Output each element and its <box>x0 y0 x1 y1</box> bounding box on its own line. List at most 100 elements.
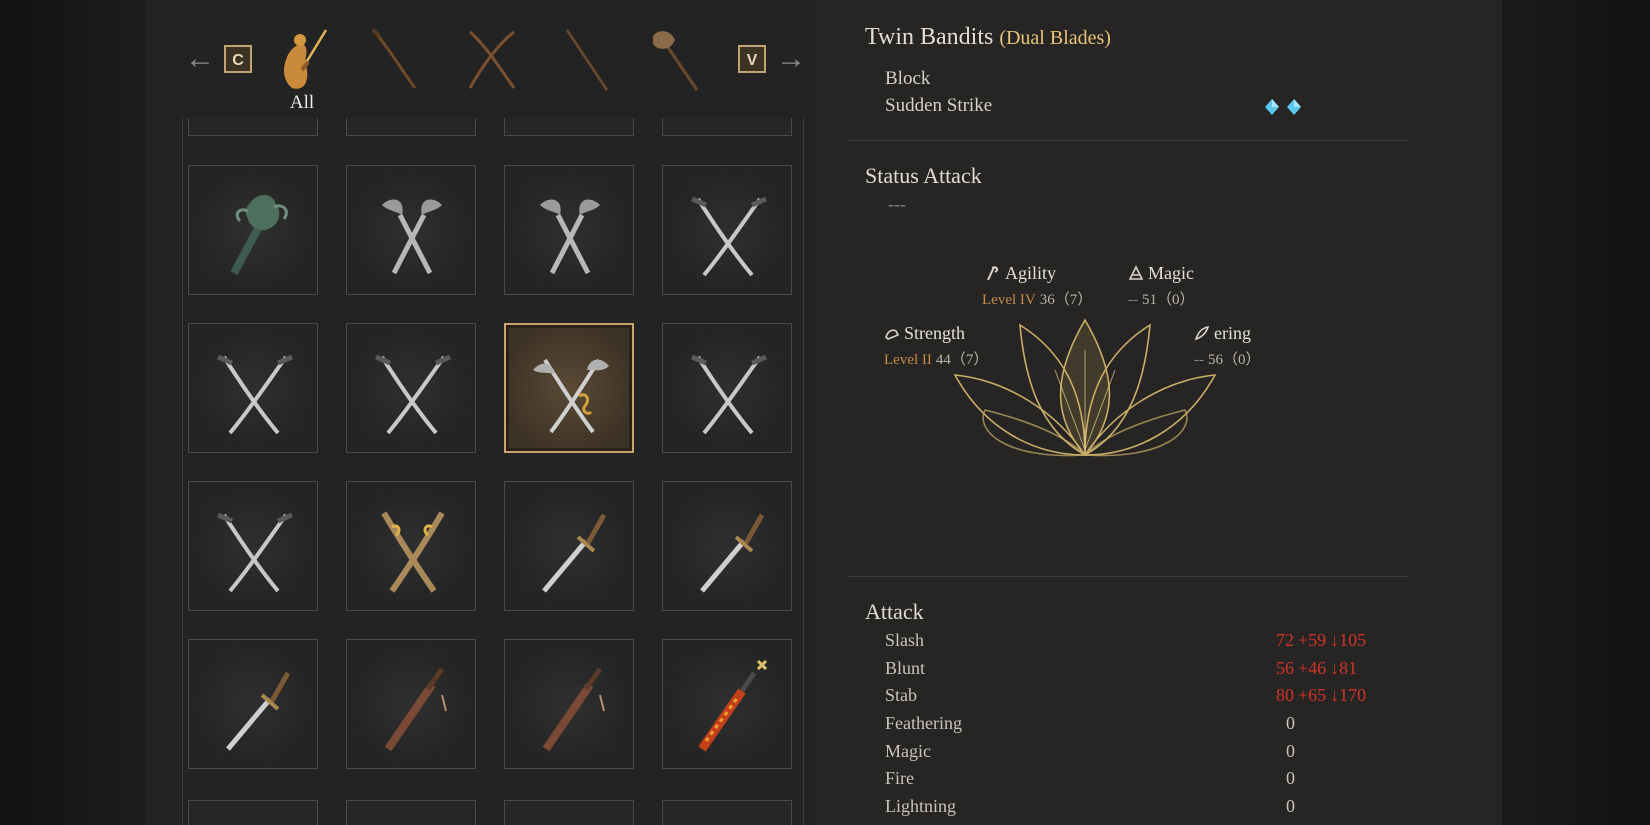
weapon-slot[interactable] <box>346 639 476 769</box>
background-right <box>1502 0 1650 825</box>
crossed-sabers-icon <box>217 354 293 435</box>
axe-icon <box>653 31 699 91</box>
feathering-icon <box>1194 325 1210 341</box>
weapon-slot-partial[interactable] <box>662 800 792 825</box>
weapon-slot[interactable] <box>504 481 634 611</box>
category-dual-blades-tab[interactable] <box>460 26 524 94</box>
agility-label: Agility <box>1005 263 1057 283</box>
magic-value: 51（0） <box>1142 292 1195 308</box>
status-attack-value: --- <box>888 194 906 214</box>
weapon-slot[interactable] <box>188 165 318 295</box>
weapon-title: Twin Bandits (Dual Blades) <box>865 24 1111 51</box>
category-spear-tab[interactable] <box>555 26 619 94</box>
attack-base: 72 <box>1276 630 1294 650</box>
spear-icon <box>565 29 609 91</box>
category-axe-tab[interactable] <box>645 26 709 94</box>
category-all-tab[interactable] <box>270 26 334 94</box>
golden-dual-blades-icon <box>381 511 445 593</box>
skill-block: Block <box>885 68 931 89</box>
attack-compare: ↓170 <box>1330 685 1367 705</box>
magic-values: -- 51（0） <box>1128 288 1195 309</box>
flame-sword-icon <box>698 659 768 752</box>
feathering-label: ering <box>1214 323 1251 343</box>
divider <box>848 140 1408 141</box>
weapon-slot[interactable] <box>662 481 792 611</box>
attack-base: 0 <box>1286 713 1295 733</box>
attack-base: 0 <box>1286 768 1295 788</box>
agility-values: Level IV 36（7） <box>982 288 1092 309</box>
curved-sword-icon <box>371 28 417 89</box>
weapon-slot[interactable] <box>504 639 634 769</box>
feathering-level: -- <box>1194 352 1204 368</box>
crossed-sabers-icon <box>691 196 767 277</box>
scaling-feathering: ering <box>1194 323 1251 344</box>
attack-bonus: +59 <box>1298 630 1327 650</box>
divider <box>848 576 1408 577</box>
weapon-slot[interactable] <box>504 165 634 295</box>
strength-label: Strength <box>904 323 965 343</box>
attack-compare: ↓81 <box>1330 658 1358 678</box>
attack-base: 0 <box>1286 741 1295 761</box>
skill-sudden-strike: Sudden Strike <box>885 95 993 116</box>
crossed-sabers-icon <box>691 354 767 435</box>
weapon-type: (Dual Blades) <box>999 27 1111 49</box>
agility-level: Level IV <box>982 292 1036 308</box>
weapon-slot-partial[interactable] <box>188 800 318 825</box>
attack-bonus: +65 <box>1298 685 1327 705</box>
hook-dual-blades-icon <box>382 199 442 275</box>
status-attack-heading: Status Attack <box>865 163 982 188</box>
attack-row-label: Feathering <box>885 713 962 733</box>
weapon-slot[interactable] <box>346 165 476 295</box>
weapon-slot[interactable] <box>662 165 792 295</box>
crossed-sabers-icon <box>375 354 451 435</box>
attack-row-label: Magic <box>885 741 931 761</box>
straight-sword-icon <box>226 671 291 751</box>
skill-cost <box>1262 97 1306 122</box>
attack-row-label: Lightning <box>885 796 956 816</box>
weapon-slot-partial[interactable] <box>346 118 476 136</box>
weapon-slot-partial[interactable] <box>346 800 476 825</box>
attack-row-label: Blunt <box>885 658 926 678</box>
twin-bandits-icon <box>533 358 609 434</box>
weapon-slot-selected[interactable] <box>504 323 634 453</box>
strength-icon <box>884 325 900 341</box>
next-category-arrow-icon[interactable]: → <box>776 44 806 74</box>
weapon-slot[interactable] <box>662 323 792 453</box>
straight-sword-icon <box>700 513 765 593</box>
magic-icon <box>1128 265 1144 281</box>
lotus-emblem-icon <box>953 318 1217 457</box>
prev-category-arrow-icon[interactable]: ← <box>185 44 215 74</box>
next-category-key[interactable]: V <box>738 45 766 73</box>
strength-level: Level II <box>884 352 932 368</box>
weapon-slot-partial[interactable] <box>504 118 634 136</box>
strength-values: Level II 44（7） <box>884 348 988 369</box>
weapon-name: Twin Bandits <box>865 24 994 50</box>
attack-base: 80 <box>1276 685 1294 705</box>
weapon-slot-partial[interactable] <box>504 800 634 825</box>
weapon-slot-partial[interactable] <box>662 118 792 136</box>
agility-value: 36（7） <box>1039 292 1093 308</box>
attack-base: 56 <box>1276 658 1294 678</box>
magic-label: Magic <box>1148 263 1194 283</box>
weapon-slot[interactable] <box>188 323 318 453</box>
attack-base: 0 <box>1286 796 1295 816</box>
strength-value: 44（7） <box>935 352 989 368</box>
attack-row-label: Fire <box>885 768 914 788</box>
prev-category-key[interactable]: C <box>224 45 252 73</box>
clawed-club-icon <box>230 194 288 275</box>
scaling-strength: Strength <box>884 323 965 344</box>
weapon-slot[interactable] <box>346 481 476 611</box>
sheathed-sword-icon <box>542 667 605 752</box>
weapon-slot[interactable] <box>188 481 318 611</box>
weapon-slot-partial[interactable] <box>188 118 318 136</box>
attack-row-values: 56 +46 ↓81 <box>1276 658 1357 679</box>
feathering-values: -- 56（0） <box>1194 348 1261 369</box>
spirit-diamond-icon <box>1265 99 1301 115</box>
weapon-slot[interactable] <box>188 639 318 769</box>
attack-heading: Attack <box>865 599 924 624</box>
background-left <box>0 0 145 825</box>
attack-row-label: Stab <box>885 685 918 705</box>
weapon-slot[interactable] <box>662 639 792 769</box>
weapon-slot[interactable] <box>346 323 476 453</box>
category-curved-sword-tab[interactable] <box>365 26 429 94</box>
